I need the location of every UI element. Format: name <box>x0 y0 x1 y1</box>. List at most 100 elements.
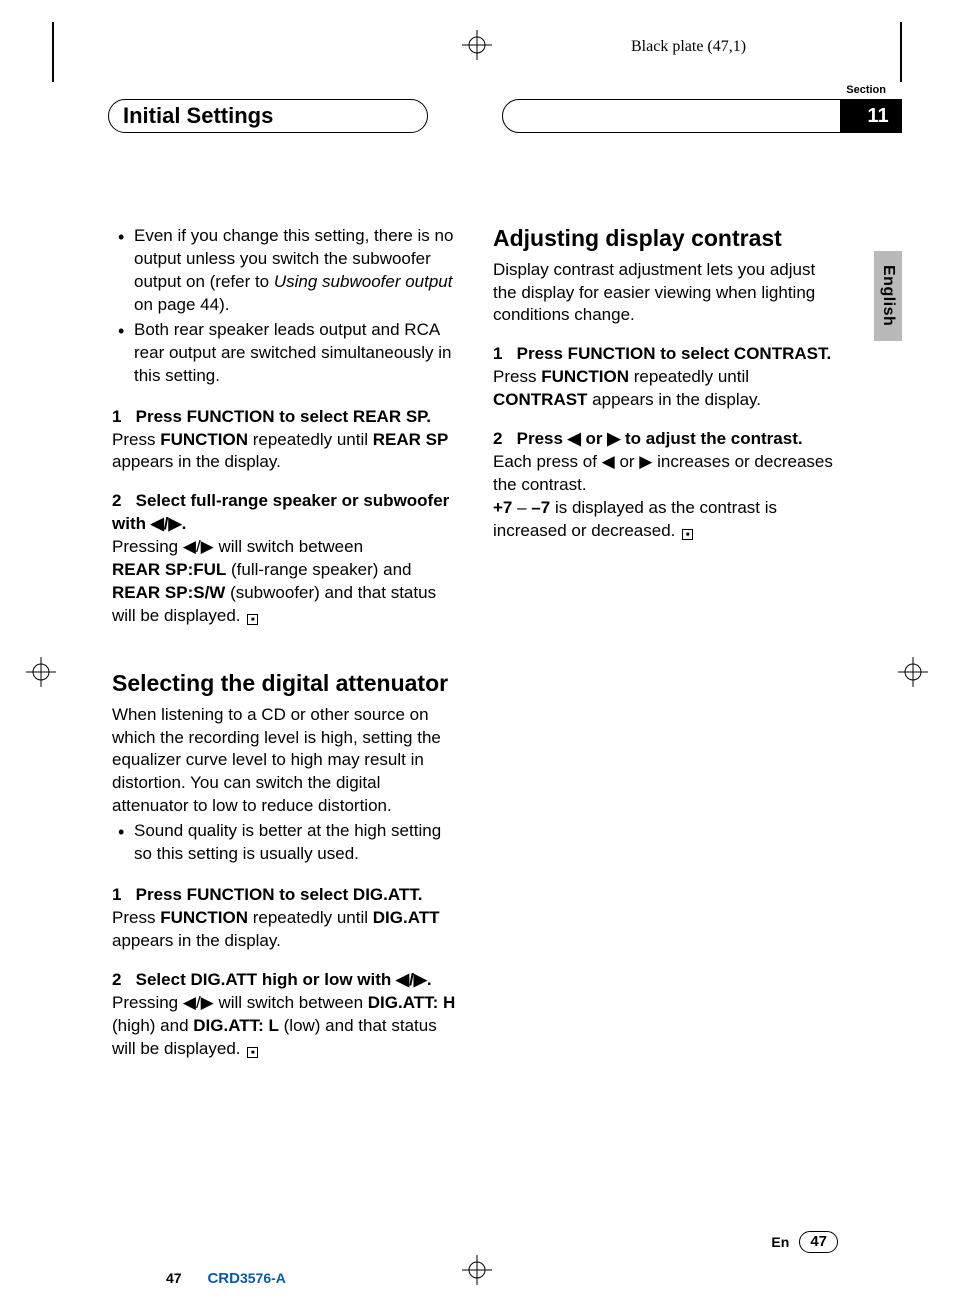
step-number: 2 <box>112 970 121 989</box>
arrow-icons: ◀/▶ <box>183 993 214 1012</box>
text: (high) and <box>112 1016 193 1035</box>
bold-text: DIG.ATT <box>373 908 440 927</box>
footer-right: En 47 <box>771 1231 838 1253</box>
text: Press <box>493 367 541 386</box>
step-title: to adjust the contrast. <box>620 429 802 448</box>
step-block: 2 Select full-range speaker or subwoofer… <box>112 490 461 628</box>
text: – <box>512 498 531 517</box>
language-tab: English <box>874 251 902 341</box>
text: will switch between <box>214 537 363 556</box>
text: (full-range speaker) and <box>226 560 411 579</box>
heading-display-contrast: Adjusting display contrast <box>493 225 842 253</box>
text: Press <box>112 908 160 927</box>
text: appears in the display. <box>587 390 761 409</box>
section-label: Section <box>846 83 886 98</box>
list-item: Both rear speaker leads output and RCA r… <box>112 319 461 388</box>
doc-id-suffix: 3576-A <box>240 1270 286 1286</box>
step-body: Each press of ◀ or ▶ increases or decrea… <box>493 451 842 543</box>
bold-text: –7 <box>531 498 550 517</box>
step-heading: 1 Press FUNCTION to select DIG.ATT. <box>112 884 461 907</box>
step-heading: 2 Select DIG.ATT high or low with ◀/▶. <box>112 969 461 992</box>
bold-text: REAR SP:FUL <box>112 560 226 579</box>
end-section-icon <box>682 529 693 540</box>
bottom-strip: 47 CRD3576-A <box>166 1269 286 1289</box>
arrow-icons: ◀ or ▶ <box>602 452 653 471</box>
left-column: Even if you change this setting, there i… <box>112 225 461 1061</box>
section-number-pill <box>502 99 880 133</box>
step-heading: 2 Press ◀ or ▶ to adjust the contrast. <box>493 428 842 451</box>
step-title: Press FUNCTION to select REAR SP. <box>136 407 431 426</box>
doc-id-prefix: CRD <box>207 1270 240 1287</box>
registration-mark-icon <box>898 657 928 687</box>
page-header: Section Initial Settings 11 <box>52 85 902 145</box>
step-heading: 1 Press FUNCTION to select REAR SP. <box>112 406 461 429</box>
arrow-icons: ◀/▶ <box>183 537 214 556</box>
end-section-icon <box>247 1047 258 1058</box>
step-number: 1 <box>112 885 121 904</box>
step-block: 1 Press FUNCTION to select REAR SP. Pres… <box>112 406 461 475</box>
step-title: Select DIG.ATT high or low with <box>136 970 396 989</box>
step-body: Press FUNCTION repeatedly until DIG.ATT … <box>112 907 461 953</box>
bold-text: +7 <box>493 498 512 517</box>
bold-text: CONTRAST <box>493 390 587 409</box>
bold-text: REAR SP <box>373 430 449 449</box>
step-block: 2 Press ◀ or ▶ to adjust the contrast. E… <box>493 428 842 543</box>
bullet-list: Even if you change this setting, there i… <box>112 225 461 388</box>
bold-text: REAR SP:S/W <box>112 583 225 602</box>
italic-text: Using subwoofer output <box>274 272 453 291</box>
text: appears in the display. <box>112 452 281 471</box>
list-item: Sound quality is better at the high sett… <box>112 820 461 866</box>
arrow-icons: ◀ or ▶ <box>568 429 621 448</box>
footer-lang: En <box>771 1233 789 1252</box>
bullet-list: Sound quality is better at the high sett… <box>112 820 461 866</box>
bold-text: FUNCTION <box>160 908 248 927</box>
step-body: Press FUNCTION repeatedly until CONTRAST… <box>493 366 842 412</box>
page-title: Initial Settings <box>108 99 428 133</box>
text: repeatedly until <box>629 367 749 386</box>
bold-text: DIG.ATT: L <box>193 1016 279 1035</box>
bold-text: FUNCTION <box>160 430 248 449</box>
step-heading: 2 Select full-range speaker or subwoofer… <box>112 490 461 536</box>
step-block: 1 Press FUNCTION to select DIG.ATT. Pres… <box>112 884 461 953</box>
right-column: Adjusting display contrast Display contr… <box>493 225 842 1061</box>
text: Press <box>112 430 160 449</box>
plate-label: Black plate (47,1) <box>631 36 746 58</box>
registration-mark-icon <box>462 30 492 60</box>
step-title: Press FUNCTION to select DIG.ATT. <box>136 885 423 904</box>
language-tab-label: English <box>877 265 899 326</box>
heading-digital-attenuator: Selecting the digital attenuator <box>112 670 461 698</box>
step-title: Press <box>517 429 568 448</box>
crop-mark <box>52 22 54 82</box>
bold-text: DIG.ATT: H <box>368 993 456 1012</box>
step-heading: 1 Press FUNCTION to select CONTRAST. <box>493 343 842 366</box>
step-body: Pressing ◀/▶ will switch between DIG.ATT… <box>112 992 461 1061</box>
step-title: Press FUNCTION to select CONTRAST. <box>517 344 832 363</box>
print-page-number: 47 <box>166 1270 182 1286</box>
text: will switch between <box>214 993 368 1012</box>
text: on page 44). <box>134 295 229 314</box>
text: repeatedly until <box>248 430 373 449</box>
text: Pressing <box>112 993 183 1012</box>
section-number: 11 <box>854 99 902 133</box>
step-number: 2 <box>112 491 121 510</box>
step-number: 2 <box>493 429 502 448</box>
text: appears in the display. <box>112 931 281 950</box>
intro-paragraph: Display contrast adjustment lets you adj… <box>493 259 842 328</box>
footer-page-number: 47 <box>799 1231 838 1253</box>
end-section-icon <box>247 614 258 625</box>
list-item: Even if you change this setting, there i… <box>112 225 461 317</box>
step-block: 2 Select DIG.ATT high or low with ◀/▶. P… <box>112 969 461 1061</box>
text: Each press of <box>493 452 602 471</box>
text: Pressing <box>112 537 183 556</box>
step-body: Press FUNCTION repeatedly until REAR SP … <box>112 429 461 475</box>
step-number: 1 <box>112 407 121 426</box>
intro-paragraph: When listening to a CD or other source o… <box>112 704 461 819</box>
crop-mark <box>900 22 902 82</box>
bold-text: FUNCTION <box>541 367 629 386</box>
arrow-icons: ◀/▶. <box>396 970 432 989</box>
step-number: 1 <box>493 344 502 363</box>
page-footer: En 47 <box>112 1223 842 1253</box>
step-block: 1 Press FUNCTION to select CONTRAST. Pre… <box>493 343 842 412</box>
step-body: Pressing ◀/▶ will switch between REAR SP… <box>112 536 461 628</box>
arrow-icons: ◀/▶. <box>151 514 187 533</box>
